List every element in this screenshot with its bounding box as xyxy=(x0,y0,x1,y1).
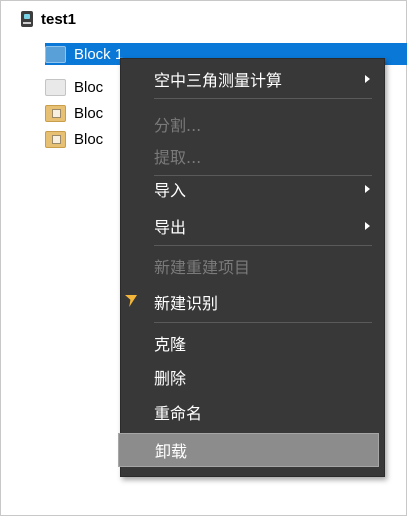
menu-item-split: 分割... xyxy=(121,108,384,140)
menu-item-new-recognition[interactable]: 新建识别 xyxy=(121,286,384,318)
menu-separator xyxy=(154,245,372,246)
submenu-arrow-icon xyxy=(365,75,370,83)
menu-item-label: 空中三角测量计算 xyxy=(154,71,283,90)
context-menu: 空中三角测量计算 分割... 提取... 导入 导出 新建重建项目 新建识别 克… xyxy=(118,58,385,477)
menu-item-rename[interactable]: 重命名 xyxy=(121,396,384,428)
menu-item-export[interactable]: 导出 xyxy=(121,210,384,242)
folder-yellow-icon xyxy=(45,130,66,148)
menu-item-unload[interactable]: 卸载 xyxy=(118,433,379,467)
folder-blue-icon xyxy=(45,45,66,63)
project-tree-panel: test1 Block 1 Bloc Bloc Bloc 空中三角测量计算 分割… xyxy=(0,0,407,516)
menu-item-new-reconstruction: 新建重建项目 xyxy=(121,250,384,282)
menu-item-label: 重命名 xyxy=(154,404,203,423)
tree-root-test1[interactable]: test1 xyxy=(21,8,76,30)
menu-item-label: 新建识别 xyxy=(154,294,219,313)
tree-item-label: Bloc xyxy=(74,78,104,96)
menu-separator xyxy=(154,98,372,99)
menu-item-label: 卸载 xyxy=(155,442,188,461)
menu-item-label: 导出 xyxy=(154,218,187,237)
menu-item-clone[interactable]: 克隆 xyxy=(121,327,384,359)
submenu-arrow-icon xyxy=(365,222,370,230)
menu-item-label: 分割... xyxy=(154,116,202,135)
submenu-arrow-icon xyxy=(365,185,370,193)
menu-item-delete[interactable]: 删除 xyxy=(121,361,384,393)
tree-item-label: Block 1 xyxy=(74,45,124,63)
menu-separator xyxy=(154,322,372,323)
menu-item-label: 提取... xyxy=(154,148,202,167)
menu-item-import[interactable]: 导入 xyxy=(121,173,384,205)
folder-gray-icon xyxy=(45,78,66,96)
tree-item-label: Bloc xyxy=(74,130,104,148)
menu-item-aerotriangulation[interactable]: 空中三角测量计算 xyxy=(121,63,384,95)
project-root-icon xyxy=(21,11,33,27)
menu-item-extract: 提取... xyxy=(121,140,384,172)
menu-item-label: 克隆 xyxy=(154,335,187,354)
folder-yellow-icon xyxy=(45,104,66,122)
yellow-flag-icon xyxy=(125,295,137,307)
menu-item-label: 导入 xyxy=(154,181,187,200)
tree-item-label: Bloc xyxy=(74,104,104,122)
menu-item-label: 新建重建项目 xyxy=(154,258,251,277)
menu-item-label: 删除 xyxy=(154,369,187,388)
tree-root-label: test1 xyxy=(41,10,77,28)
